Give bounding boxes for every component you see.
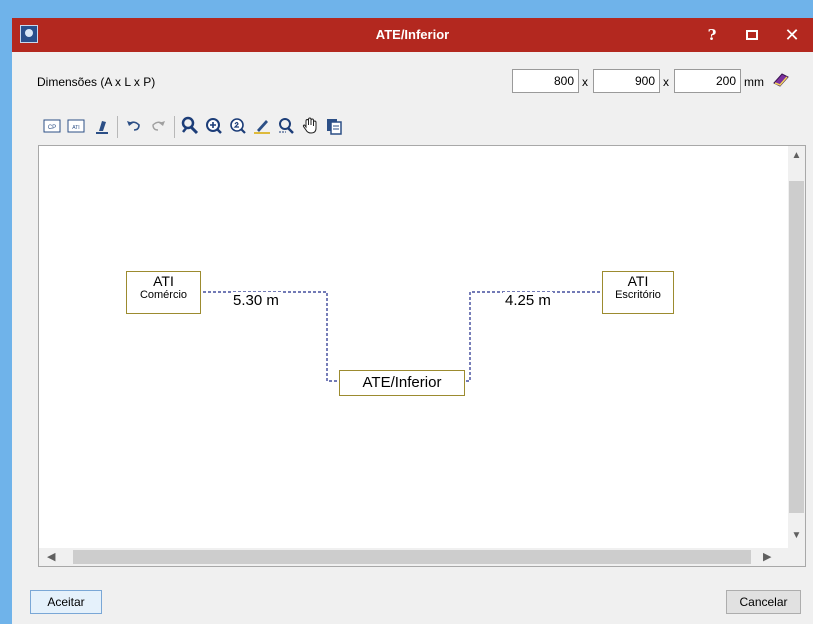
zoom-in-icon[interactable]: [204, 116, 224, 136]
copy-icon[interactable]: [324, 116, 344, 136]
horizontal-scroll-thumb[interactable]: [73, 550, 751, 564]
dialog-body: Dimensões (A x L x P) 800 x 900 x 200 mm…: [12, 52, 813, 624]
scroll-right-icon[interactable]: ▶: [763, 550, 771, 563]
scroll-left-icon[interactable]: ◀: [47, 550, 55, 563]
help-button[interactable]: ?: [695, 22, 729, 48]
right-distance-label: 4.25 m: [503, 292, 553, 309]
node-subtitle: Escritório: [615, 289, 661, 301]
dimension-separator: x: [582, 75, 588, 89]
dimension-l-input[interactable]: 900: [593, 69, 660, 93]
zoom-extents-icon[interactable]: [180, 116, 200, 136]
ati-icon-text: ATI: [72, 125, 79, 131]
scroll-up-icon[interactable]: ▲: [788, 150, 805, 161]
toolbar-separator: [117, 116, 118, 138]
diagram-canvas[interactable]: ATI Comércio 5.30 m ATE/Inferior 4.25 m …: [38, 145, 806, 567]
node-subtitle: Comércio: [139, 289, 188, 301]
close-button[interactable]: ✕: [775, 22, 809, 48]
horizontal-scrollbar[interactable]: ◀ ▶: [39, 548, 805, 566]
scrollbar-corner: [788, 548, 805, 566]
accept-button[interactable]: Aceitar: [30, 590, 102, 614]
dimensions-label: Dimensões (A x L x P): [37, 75, 156, 89]
zoom-window-icon[interactable]: [276, 116, 296, 136]
dimension-unit: mm: [744, 75, 764, 89]
left-distance-label: 5.30 m: [231, 292, 281, 309]
ati-escritorio-node[interactable]: ATI Escritório: [602, 271, 674, 314]
node-title: ATI: [627, 273, 649, 289]
toolbar-separator: [174, 116, 175, 138]
title-bar[interactable]: ATE/Inferior ? ✕: [12, 18, 813, 52]
dimension-p-input[interactable]: 200: [674, 69, 741, 93]
window-title: ATE/Inferior: [375, 27, 450, 42]
undo-icon[interactable]: [124, 116, 144, 136]
ati-comercio-node[interactable]: ATI Comércio: [126, 271, 201, 314]
dimension-separator: x: [663, 75, 669, 89]
vertical-scrollbar[interactable]: ▲ ▼: [788, 146, 805, 549]
ati-icon[interactable]: ATI: [66, 116, 86, 136]
cp-icon-text: CP: [48, 125, 56, 131]
scroll-down-icon[interactable]: ▼: [788, 530, 805, 541]
pan-hand-icon[interactable]: [300, 116, 320, 136]
vertical-scroll-thumb[interactable]: [789, 181, 804, 513]
redo-icon[interactable]: [148, 116, 168, 136]
maximize-icon: [746, 30, 758, 41]
maximize-button[interactable]: [735, 22, 769, 48]
window-frame: ATE/Inferior ? ✕ Dimensões (A x L x P) 8…: [0, 0, 813, 624]
cp-icon[interactable]: CP: [42, 116, 62, 136]
connection-lines: [203, 291, 602, 382]
cancel-button[interactable]: Cancelar: [726, 590, 801, 614]
zoom-x2-icon[interactable]: [228, 116, 248, 136]
node-title: ATI: [153, 273, 174, 289]
catalog-book-icon[interactable]: [772, 71, 790, 89]
ate-inferior-node[interactable]: ATE/Inferior: [339, 370, 465, 396]
pencil-icon[interactable]: [252, 116, 272, 136]
dimension-a-input[interactable]: 800: [512, 69, 579, 93]
edit-icon[interactable]: [92, 116, 112, 136]
